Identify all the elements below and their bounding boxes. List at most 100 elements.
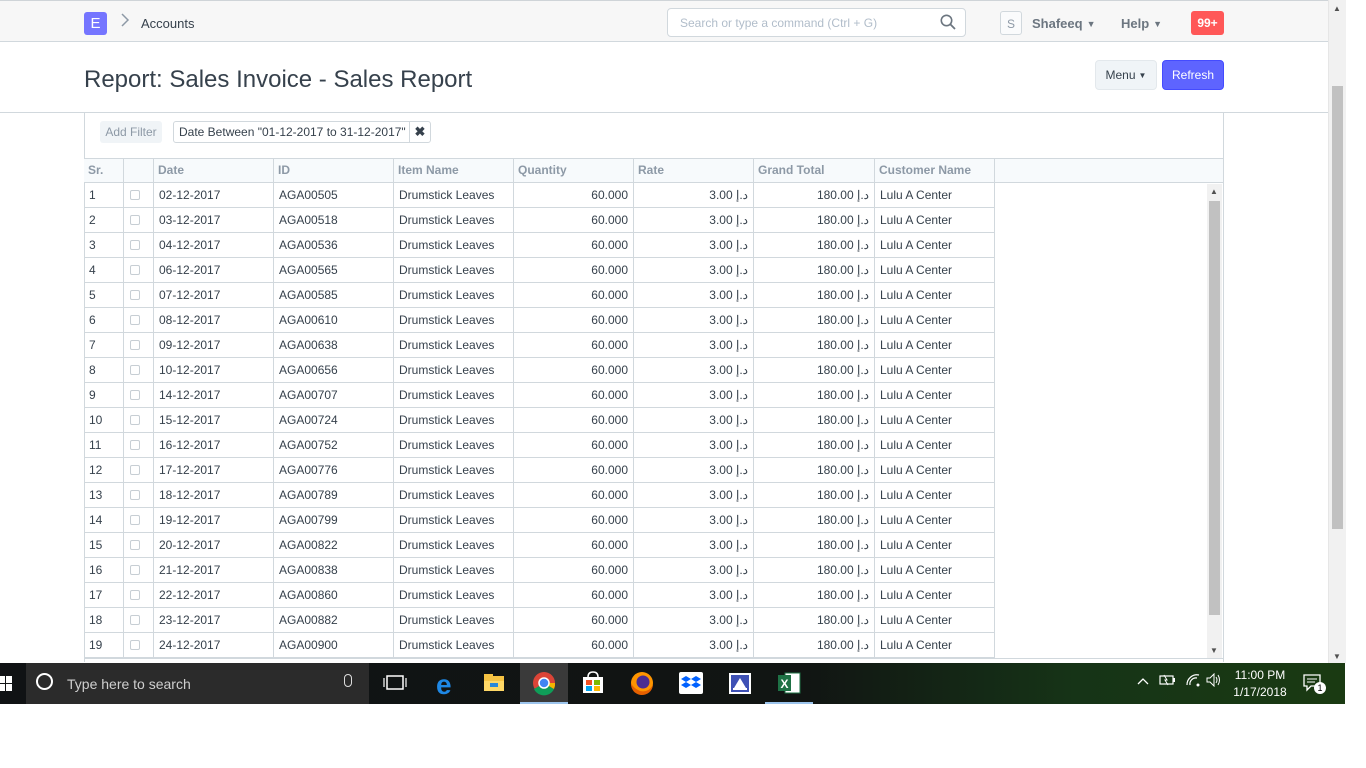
cell-customer-name[interactable]: Lulu A Center <box>875 358 995 382</box>
cell-customer-name[interactable]: Lulu A Center <box>875 233 995 257</box>
cell-quantity[interactable]: 60.000 <box>514 333 634 357</box>
row-checkbox[interactable] <box>130 290 140 300</box>
table-row[interactable]: 7 09-12-2017 AGA00638 Drumstick Leaves 60.00… <box>84 333 995 358</box>
cell-checkbox[interactable] <box>124 258 154 282</box>
wifi-icon[interactable] <box>1185 673 1201 690</box>
row-checkbox[interactable] <box>130 340 140 350</box>
cell-quantity[interactable]: 60.000 <box>514 208 634 232</box>
cell-item-name[interactable]: Drumstick Leaves <box>394 608 514 632</box>
cell-checkbox[interactable] <box>124 408 154 432</box>
grid-scrollbar[interactable]: ▲ ▼ <box>1207 184 1222 658</box>
cell-checkbox[interactable] <box>124 483 154 507</box>
help-dropdown[interactable]: Help ▼ <box>1121 16 1162 31</box>
store-icon[interactable] <box>569 663 617 704</box>
cell-rate[interactable]: 3.00 د.إ <box>634 208 754 232</box>
filter-tag-label[interactable]: Date Between "01-12-2017 to 31-12-2017" <box>179 125 406 139</box>
cell-grand-total[interactable]: 180.00 د.إ <box>754 583 875 607</box>
cell-id[interactable]: AGA00610 <box>274 308 394 332</box>
cell-grand-total[interactable]: 180.00 د.إ <box>754 508 875 532</box>
cell-grand-total[interactable]: 180.00 د.إ <box>754 608 875 632</box>
cell-rate[interactable]: 3.00 د.إ <box>634 558 754 582</box>
cell-date[interactable]: 22-12-2017 <box>154 583 274 607</box>
cell-date[interactable]: 18-12-2017 <box>154 483 274 507</box>
cell-sr[interactable]: 4 <box>84 258 124 282</box>
cell-rate[interactable]: 3.00 د.إ <box>634 483 754 507</box>
cell-customer-name[interactable]: Lulu A Center <box>875 633 995 657</box>
cell-checkbox[interactable] <box>124 183 154 207</box>
file-explorer-icon[interactable] <box>470 663 518 704</box>
cell-date[interactable]: 02-12-2017 <box>154 183 274 207</box>
battery-icon[interactable] <box>1159 673 1177 690</box>
cell-id[interactable]: AGA00724 <box>274 408 394 432</box>
cell-date[interactable]: 10-12-2017 <box>154 358 274 382</box>
show-hidden-icons-chevron-icon[interactable] <box>1137 674 1149 689</box>
cell-quantity[interactable]: 60.000 <box>514 458 634 482</box>
cell-rate[interactable]: 3.00 د.إ <box>634 408 754 432</box>
search-input[interactable] <box>678 15 932 31</box>
row-checkbox[interactable] <box>130 490 140 500</box>
excel-icon[interactable]: X <box>765 663 813 704</box>
table-row[interactable]: 12 17-12-2017 AGA00776 Drumstick Leaves 60.0… <box>84 458 995 483</box>
taskbar-clock[interactable]: 11:00 PM 1/17/2018 <box>1227 667 1293 701</box>
cell-rate[interactable]: 3.00 د.إ <box>634 358 754 382</box>
row-checkbox[interactable] <box>130 640 140 650</box>
cell-date[interactable]: 15-12-2017 <box>154 408 274 432</box>
add-filter-button[interactable]: Add Filter <box>100 121 162 143</box>
cell-sr[interactable]: 19 <box>84 633 124 657</box>
cell-id[interactable]: AGA00638 <box>274 333 394 357</box>
table-row[interactable]: 6 08-12-2017 AGA00610 Drumstick Leaves 60.00… <box>84 308 995 333</box>
cell-id[interactable]: AGA00565 <box>274 258 394 282</box>
cell-date[interactable]: 03-12-2017 <box>154 208 274 232</box>
cell-checkbox[interactable] <box>124 433 154 457</box>
row-checkbox[interactable] <box>130 215 140 225</box>
cell-quantity[interactable]: 60.000 <box>514 608 634 632</box>
cell-grand-total[interactable]: 180.00 د.إ <box>754 258 875 282</box>
cell-checkbox[interactable] <box>124 608 154 632</box>
cell-rate[interactable]: 3.00 د.إ <box>634 233 754 257</box>
cell-item-name[interactable]: Drumstick Leaves <box>394 208 514 232</box>
notification-badge[interactable]: 99+ <box>1191 11 1224 35</box>
row-checkbox[interactable] <box>130 265 140 275</box>
cell-sr[interactable]: 7 <box>84 333 124 357</box>
cell-grand-total[interactable]: 180.00 د.إ <box>754 558 875 582</box>
cell-id[interactable]: AGA00585 <box>274 283 394 307</box>
cell-quantity[interactable]: 60.000 <box>514 433 634 457</box>
cell-rate[interactable]: 3.00 د.إ <box>634 283 754 307</box>
cell-customer-name[interactable]: Lulu A Center <box>875 508 995 532</box>
cell-rate[interactable]: 3.00 د.إ <box>634 533 754 557</box>
cell-grand-total[interactable]: 180.00 د.إ <box>754 183 875 207</box>
cell-grand-total[interactable]: 180.00 د.إ <box>754 533 875 557</box>
cell-id[interactable]: AGA00656 <box>274 358 394 382</box>
table-row[interactable]: 9 14-12-2017 AGA00707 Drumstick Leaves 60.00… <box>84 383 995 408</box>
column-header-grand-total[interactable]: Grand Total <box>754 159 875 182</box>
cell-sr[interactable]: 13 <box>84 483 124 507</box>
cell-quantity[interactable]: 60.000 <box>514 233 634 257</box>
taskbar-search-box[interactable]: Type here to search <box>26 663 369 704</box>
cell-sr[interactable]: 2 <box>84 208 124 232</box>
cell-quantity[interactable]: 60.000 <box>514 633 634 657</box>
cell-item-name[interactable]: Drumstick Leaves <box>394 533 514 557</box>
table-row[interactable]: 8 10-12-2017 AGA00656 Drumstick Leaves 60.00… <box>84 358 995 383</box>
cell-date[interactable]: 14-12-2017 <box>154 383 274 407</box>
table-row[interactable]: 10 15-12-2017 AGA00724 Drumstick Leaves 60.0… <box>84 408 995 433</box>
chrome-icon[interactable] <box>520 663 568 704</box>
cell-checkbox[interactable] <box>124 283 154 307</box>
cell-date[interactable]: 06-12-2017 <box>154 258 274 282</box>
cell-rate[interactable]: 3.00 د.إ <box>634 508 754 532</box>
cell-sr[interactable]: 11 <box>84 433 124 457</box>
cell-quantity[interactable]: 60.000 <box>514 558 634 582</box>
cell-customer-name[interactable]: Lulu A Center <box>875 283 995 307</box>
cell-id[interactable]: AGA00752 <box>274 433 394 457</box>
cell-customer-name[interactable]: Lulu A Center <box>875 208 995 232</box>
menu-button[interactable]: Menu ▼ <box>1095 60 1157 90</box>
cell-item-name[interactable]: Drumstick Leaves <box>394 583 514 607</box>
cell-rate[interactable]: 3.00 د.إ <box>634 583 754 607</box>
row-checkbox[interactable] <box>130 615 140 625</box>
cell-sr[interactable]: 14 <box>84 508 124 532</box>
cell-grand-total[interactable]: 180.00 د.إ <box>754 358 875 382</box>
cell-customer-name[interactable]: Lulu A Center <box>875 608 995 632</box>
cell-id[interactable]: AGA00838 <box>274 558 394 582</box>
column-header-date[interactable]: Date <box>154 159 274 182</box>
cell-checkbox[interactable] <box>124 508 154 532</box>
table-row[interactable]: 2 03-12-2017 AGA00518 Drumstick Leaves 60.00… <box>84 208 995 233</box>
